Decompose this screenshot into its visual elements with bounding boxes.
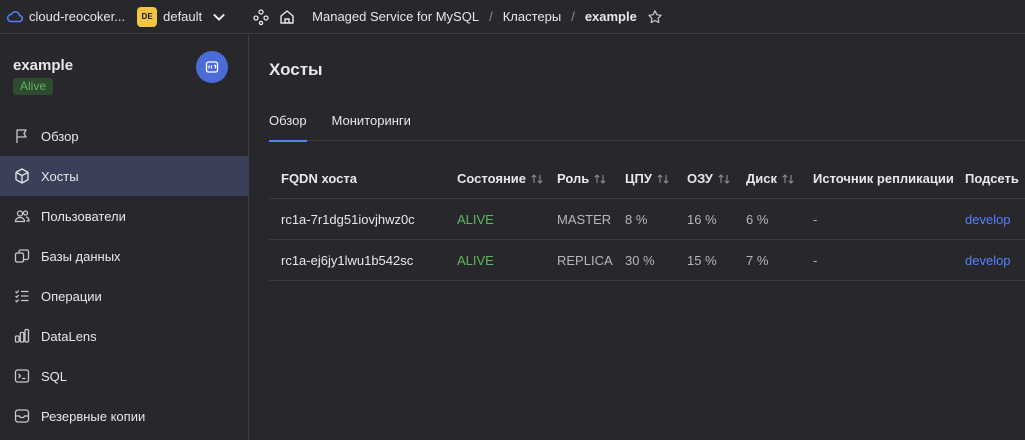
column-header-label: Состояние [457,171,527,186]
column-header-label: Источник репликации [813,171,954,186]
cell-role: MASTER [557,211,612,227]
sidebar-item-hosts[interactable]: Хосты [0,156,249,196]
tab-monitoring[interactable]: Мониторинги [332,109,411,141]
cloud-selector[interactable]: cloud-reocoker... [6,8,125,26]
cell-subnet-link[interactable]: develop [965,253,1011,268]
sidebar-item-databases[interactable]: Базы данных [0,236,249,276]
cell-fqdn: rc1a-7r1dg51iovjhwz0c [281,211,415,227]
sidebar-item-label: DataLens [41,328,97,344]
column-header-label: ЦПУ [625,171,652,186]
folder-badge: DE [137,6,158,27]
cell-cpu: 8 % [625,211,648,227]
sidebar-item-sql[interactable]: SQL [0,356,249,396]
table-row[interactable]: rc1a-ej6jy1lwu1b542sc ALIVE REPLICA 30 %… [269,240,1025,281]
cell-fqdn: rc1a-ej6jy1lwu1b542sc [281,252,414,268]
hosts-table: FQDN хоста Состояние Роль ЦПУ ОЗУ Диск И… [269,159,1025,281]
sort-icon [656,173,670,185]
sidebar-item-users[interactable]: Пользователи [0,196,249,236]
cell-state: ALIVE [457,252,494,268]
cube-icon [13,167,31,185]
home-icon[interactable] [278,8,296,26]
sidebar-item-label: Резервные копии [41,408,146,424]
cell-ram: 15 % [687,252,717,268]
cell-state: ALIVE [457,211,494,227]
sidebar-nav: Обзор Хосты Пользователи Базы данных Опе… [0,116,249,436]
breadcrumb-separator: / [489,9,493,24]
sort-icon [530,173,544,185]
databases-icon [13,247,31,265]
sidebar-item-operations[interactable]: Операции [0,276,249,316]
sidebar-item-label: Операции [41,288,102,304]
mysql-service-icon [196,51,228,83]
cloud-icon [6,8,24,26]
chevron-down-icon [210,8,228,26]
column-header-state[interactable]: Состояние [457,171,544,186]
backup-icon [13,407,31,425]
column-header-label: ОЗУ [687,171,713,186]
column-header-fqdn: FQDN хоста [281,171,357,186]
column-header-disk[interactable]: Диск [746,171,795,186]
tab-overview[interactable]: Обзор [269,109,307,142]
sidebar: example Alive Обзор Хосты Пользователи Б… [0,35,249,440]
breadcrumb-separator: / [571,9,575,24]
flag-icon [13,127,31,145]
breadcrumb-clusters[interactable]: Кластеры [503,9,562,24]
column-header-role[interactable]: Роль [557,171,607,186]
sidebar-item-label: Хосты [41,168,79,184]
cell-cpu: 30 % [625,252,655,268]
main-content: Хосты Обзор Мониторинги FQDN хоста Состо… [250,35,1025,440]
sidebar-item-label: Базы данных [41,248,121,264]
cell-role: REPLICA [557,252,613,268]
cell-disk: 7 % [746,252,769,268]
table-row[interactable]: rc1a-7r1dg51iovjhwz0c ALIVE MASTER 8 % 1… [269,199,1025,240]
sort-icon [717,173,731,185]
sidebar-item-label: Обзор [41,128,79,144]
chart-icon [13,327,31,345]
column-header-label: Роль [557,171,590,186]
users-icon [13,207,31,225]
cluster-name: example [13,57,74,74]
sidebar-item-datalens[interactable]: DataLens [0,316,249,356]
folder-name: default [163,9,203,24]
breadcrumb-service[interactable]: Managed Service for MySQL [312,9,479,24]
column-header-ram[interactable]: ОЗУ [687,171,731,186]
cell-replication-source: - [813,252,818,268]
page-title: Хосты [269,60,323,79]
column-header-cpu[interactable]: ЦПУ [625,171,670,186]
sidebar-item-overview[interactable]: Обзор [0,116,249,156]
top-bar: cloud-reocoker... DE default Managed Ser… [0,0,1025,34]
folder-selector[interactable]: DE default [137,6,228,27]
sidebar-header: example Alive [0,35,248,117]
sidebar-item-backups[interactable]: Резервные копии [0,396,249,436]
terminal-icon [13,367,31,385]
table-header-row: FQDN хоста Состояние Роль ЦПУ ОЗУ Диск И… [269,159,1025,199]
tabs: Обзор Мониторинги [269,109,1025,142]
sort-icon [781,173,795,185]
services-icon[interactable] [252,8,270,26]
cloud-name: cloud-reocoker... [29,9,126,24]
column-header-label: Диск [746,171,777,186]
status-badge: Alive [13,78,54,95]
column-header-subnet: Подсеть [965,171,1019,186]
cell-ram: 16 % [687,211,717,227]
column-header-replication-source: Источник репликации [813,171,954,186]
sort-icon [593,173,607,185]
column-header-label: FQDN хоста [281,171,357,186]
star-icon[interactable] [647,9,663,25]
cell-subnet-link[interactable]: develop [965,212,1011,227]
column-header-label: Подсеть [965,171,1019,186]
operations-icon [13,287,31,305]
cell-replication-source: - [813,211,818,227]
breadcrumb-cluster: example [584,9,637,24]
cell-disk: 6 % [746,211,769,227]
sidebar-item-label: SQL [41,368,68,384]
sidebar-item-label: Пользователи [41,208,126,224]
